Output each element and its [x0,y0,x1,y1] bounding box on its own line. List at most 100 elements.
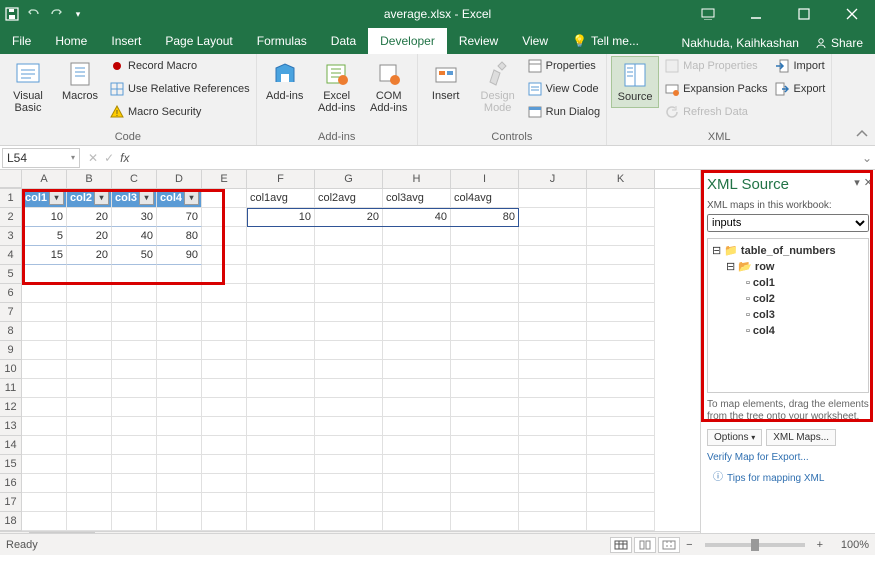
export-button[interactable]: Export [773,79,827,99]
row-header[interactable]: 8 [0,322,22,341]
cell[interactable] [247,512,315,531]
cell[interactable] [112,303,157,322]
page-break-view-button[interactable] [658,537,680,553]
cell[interactable] [202,455,247,474]
tab-insert[interactable]: Insert [99,28,153,54]
cell[interactable]: 90 [157,246,202,265]
name-box[interactable]: L54 ▾ [2,148,80,168]
cell[interactable] [22,265,67,284]
cell[interactable] [519,360,587,379]
cell[interactable] [202,398,247,417]
cell[interactable] [315,265,383,284]
cell[interactable] [315,284,383,303]
select-all-button[interactable] [0,170,22,188]
import-button[interactable]: Import [773,56,827,76]
collapse-ribbon-icon[interactable] [855,127,869,141]
cell[interactable] [112,493,157,512]
cell[interactable] [112,474,157,493]
use-relative-button[interactable]: Use Relative References [108,79,252,99]
addins-button[interactable]: Add-ins [261,56,309,106]
cell[interactable] [315,379,383,398]
cell[interactable] [157,455,202,474]
col-header[interactable]: G [315,170,383,188]
normal-view-button[interactable] [610,537,632,553]
cell[interactable] [383,398,451,417]
cell[interactable] [451,322,519,341]
cell[interactable] [519,189,587,208]
cell[interactable] [67,417,112,436]
visual-basic-button[interactable]: Visual Basic [4,56,52,118]
tab-view[interactable]: View [510,28,560,54]
view-code-button[interactable]: View Code [526,79,602,99]
cell[interactable] [451,303,519,322]
col-header[interactable]: A [22,170,67,188]
cell[interactable] [157,360,202,379]
cell[interactable] [519,512,587,531]
tab-review[interactable]: Review [447,28,510,54]
minimize-icon[interactable] [737,0,775,28]
cell[interactable] [247,360,315,379]
cell[interactable] [247,436,315,455]
row-header[interactable]: 10 [0,360,22,379]
options-button[interactable]: Options ▾ [707,429,762,446]
cell[interactable] [587,474,655,493]
cell[interactable] [451,417,519,436]
cell[interactable]: 30 [112,208,157,227]
cell[interactable] [202,417,247,436]
cell[interactable]: 80 [157,227,202,246]
expand-formula-icon[interactable]: ⌄ [859,151,875,165]
cell[interactable] [315,341,383,360]
row-header[interactable]: 13 [0,417,22,436]
cell[interactable] [451,246,519,265]
sheet-tab[interactable]: Sheet1 [29,532,95,533]
cell[interactable] [315,227,383,246]
worksheet-grid[interactable]: A B C D E F G H I J K 123456789101112131… [0,170,700,533]
cell[interactable] [315,455,383,474]
cell[interactable] [315,512,383,531]
cell[interactable] [247,341,315,360]
excel-addins-button[interactable]: Excel Add-ins [313,56,361,118]
cell[interactable] [202,208,247,227]
col-header[interactable]: E [202,170,247,188]
cell[interactable] [587,189,655,208]
cell[interactable] [202,436,247,455]
redo-icon[interactable] [48,6,64,22]
cell[interactable] [202,360,247,379]
cell[interactable] [383,322,451,341]
cell[interactable] [315,303,383,322]
cell[interactable] [519,417,587,436]
cell[interactable] [247,455,315,474]
close-icon[interactable] [833,0,871,28]
cell[interactable] [112,436,157,455]
cell[interactable]: col4avg [451,189,519,208]
cell[interactable] [202,341,247,360]
row-header[interactable]: 17 [0,493,22,512]
cell[interactable] [157,398,202,417]
cell[interactable] [67,455,112,474]
cell[interactable] [22,436,67,455]
cell[interactable] [383,265,451,284]
cell[interactable] [157,303,202,322]
cell[interactable] [451,379,519,398]
user-name[interactable]: Nakhuda, Kaihkashan [682,36,799,50]
row-header[interactable]: 18 [0,512,22,531]
cell[interactable] [67,512,112,531]
new-sheet-button[interactable]: ＋ [103,533,121,534]
cell[interactable]: 5 [22,227,67,246]
row-header[interactable]: 11 [0,379,22,398]
cell[interactable] [519,379,587,398]
cell[interactable] [383,246,451,265]
cell[interactable] [519,455,587,474]
cell[interactable] [519,474,587,493]
cell[interactable] [202,474,247,493]
cell[interactable] [587,322,655,341]
tree-collapse-icon[interactable]: ⊟ [726,259,735,275]
col-header[interactable]: D [157,170,202,188]
cell[interactable]: 20 [67,246,112,265]
tab-data[interactable]: Data [319,28,368,54]
tree-collapse-icon[interactable]: ⊟ [712,243,721,259]
cell[interactable]: 40 [112,227,157,246]
cell[interactable] [315,417,383,436]
cell[interactable] [202,379,247,398]
row-header[interactable]: 3 [0,227,22,246]
